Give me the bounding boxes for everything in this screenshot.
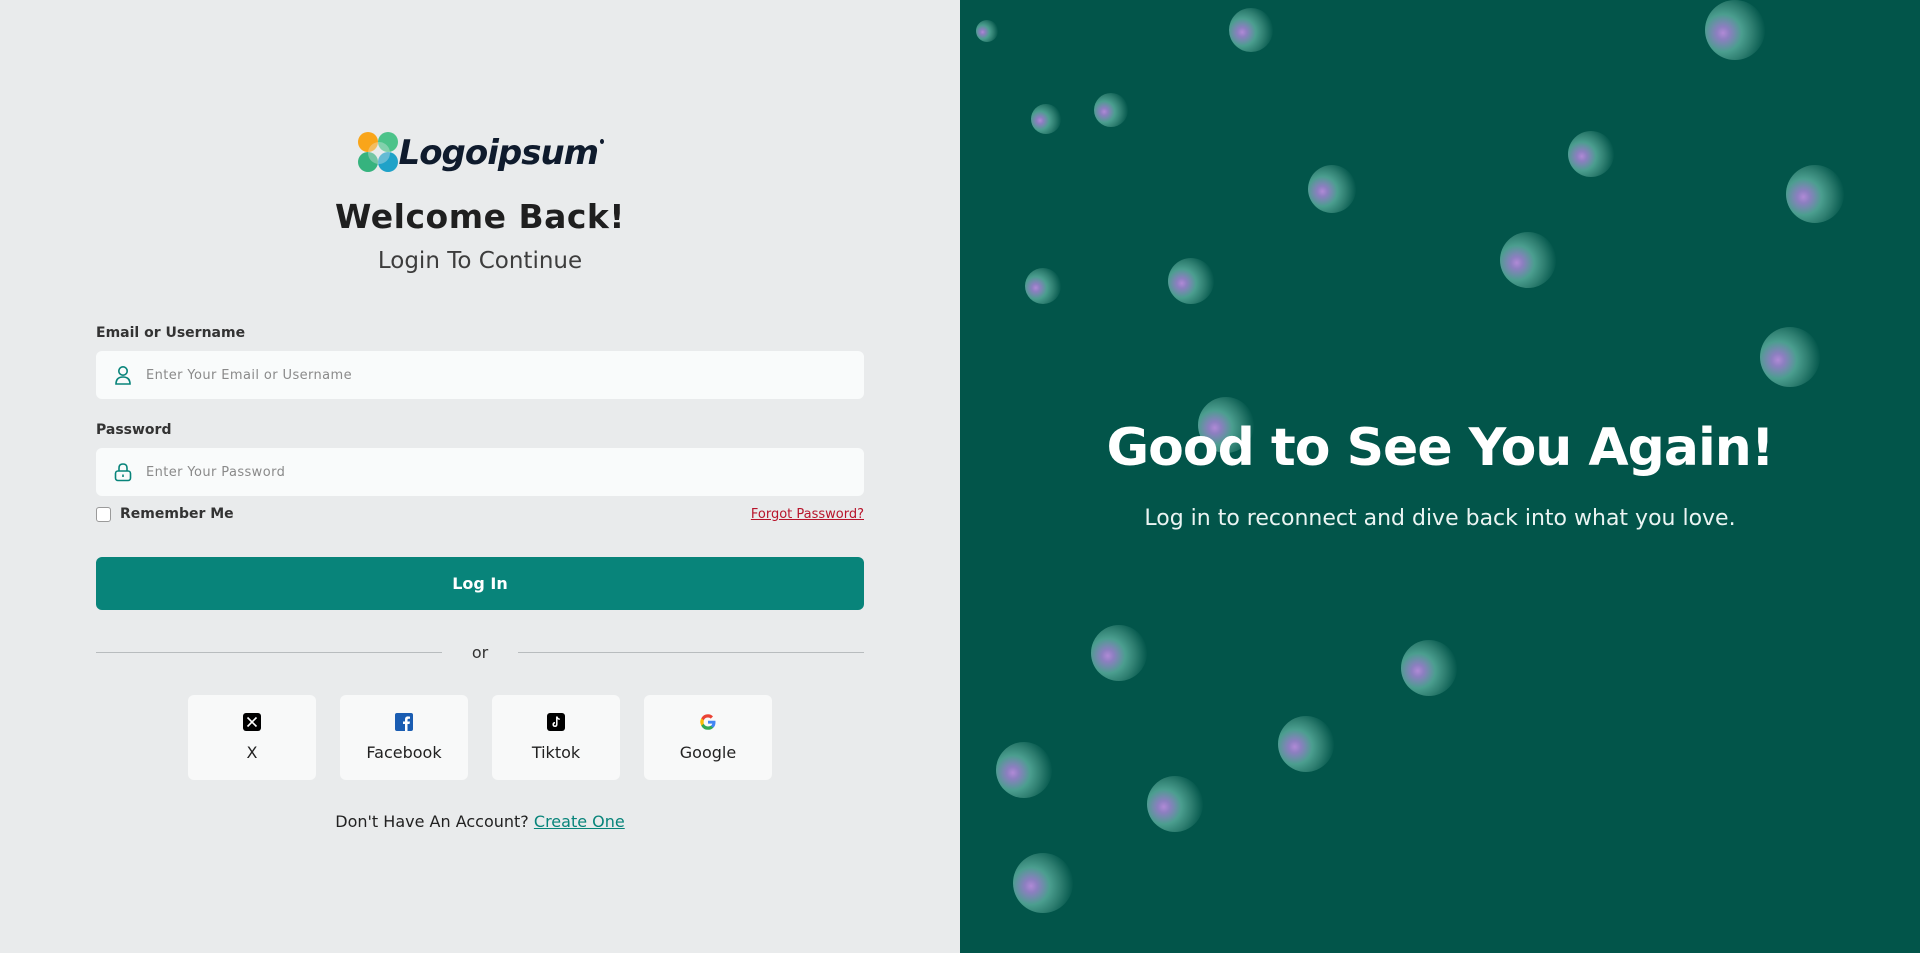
or-divider: or (96, 643, 864, 663)
bubble-decoration (1401, 640, 1457, 696)
bubble-decoration (1094, 93, 1128, 127)
password-input[interactable] (146, 464, 826, 480)
social-button-tiktok[interactable]: Tiktok (492, 695, 620, 780)
bubble-decoration (1147, 776, 1203, 832)
login-panel: Logoipsum Welcome Back! Login To Continu… (0, 0, 960, 953)
social-button-google[interactable]: Google (644, 695, 772, 780)
user-icon (112, 364, 134, 386)
email-input[interactable] (146, 367, 826, 383)
facebook-icon (395, 713, 413, 731)
bubble-decoration (1278, 716, 1334, 772)
bubble-decoration (996, 742, 1052, 798)
bubble-decoration (1025, 268, 1061, 304)
remember-label: Remember Me (120, 506, 234, 522)
hero-subtitle: Log in to reconnect and dive back into w… (1144, 506, 1736, 531)
brand-logo: Logoipsum (358, 130, 604, 176)
logo-dot-icon (600, 138, 604, 144)
hero-title: Good to See You Again! (1106, 418, 1774, 478)
email-label: Email or Username (96, 325, 246, 341)
bubble-decoration (976, 20, 998, 42)
logo-mark-icon (358, 132, 398, 174)
social-login-group: X Facebook Tiktok Google (188, 695, 772, 780)
google-icon (699, 713, 717, 731)
password-label: Password (96, 422, 172, 438)
password-field[interactable] (96, 448, 864, 496)
lock-icon (112, 461, 134, 483)
bubble-decoration (1760, 327, 1820, 387)
social-button-x[interactable]: X (188, 695, 316, 780)
login-button[interactable]: Log In (96, 557, 864, 610)
create-account-link[interactable]: Create One (534, 812, 625, 831)
bubble-decoration (1705, 0, 1765, 60)
page-title: Welcome Back! (335, 197, 625, 236)
bubble-decoration (1168, 258, 1214, 304)
remember-me[interactable]: Remember Me (96, 506, 234, 522)
brand-name: Logoipsum (398, 133, 600, 173)
signup-prompt: Don't Have An Account? Create One (96, 812, 864, 831)
bubble-decoration (1013, 853, 1073, 913)
social-label: Google (679, 743, 737, 762)
social-label: X (246, 743, 258, 762)
bubble-decoration (1031, 104, 1061, 134)
signup-text: Don't Have An Account? (335, 812, 529, 831)
divider-line-right (518, 652, 864, 653)
bubble-decoration (1229, 8, 1273, 52)
hero-panel: Good to See You Again! Log in to reconne… (960, 0, 1920, 953)
bubble-decoration (1786, 165, 1844, 223)
social-label: Facebook (366, 743, 442, 762)
bubble-decoration (1308, 165, 1356, 213)
remember-checkbox[interactable] (96, 506, 111, 522)
bubble-decoration (1091, 625, 1147, 681)
bubble-decoration (1500, 232, 1556, 288)
tiktok-icon (547, 713, 565, 731)
bubble-decoration (1568, 131, 1614, 177)
email-field[interactable] (96, 351, 864, 399)
social-button-facebook[interactable]: Facebook (340, 695, 468, 780)
forgot-password-link[interactable]: Forgot Password? (751, 507, 864, 522)
social-label: Tiktok (531, 743, 581, 762)
page-subtitle: Login To Continue (377, 248, 583, 274)
x-icon (243, 713, 261, 731)
